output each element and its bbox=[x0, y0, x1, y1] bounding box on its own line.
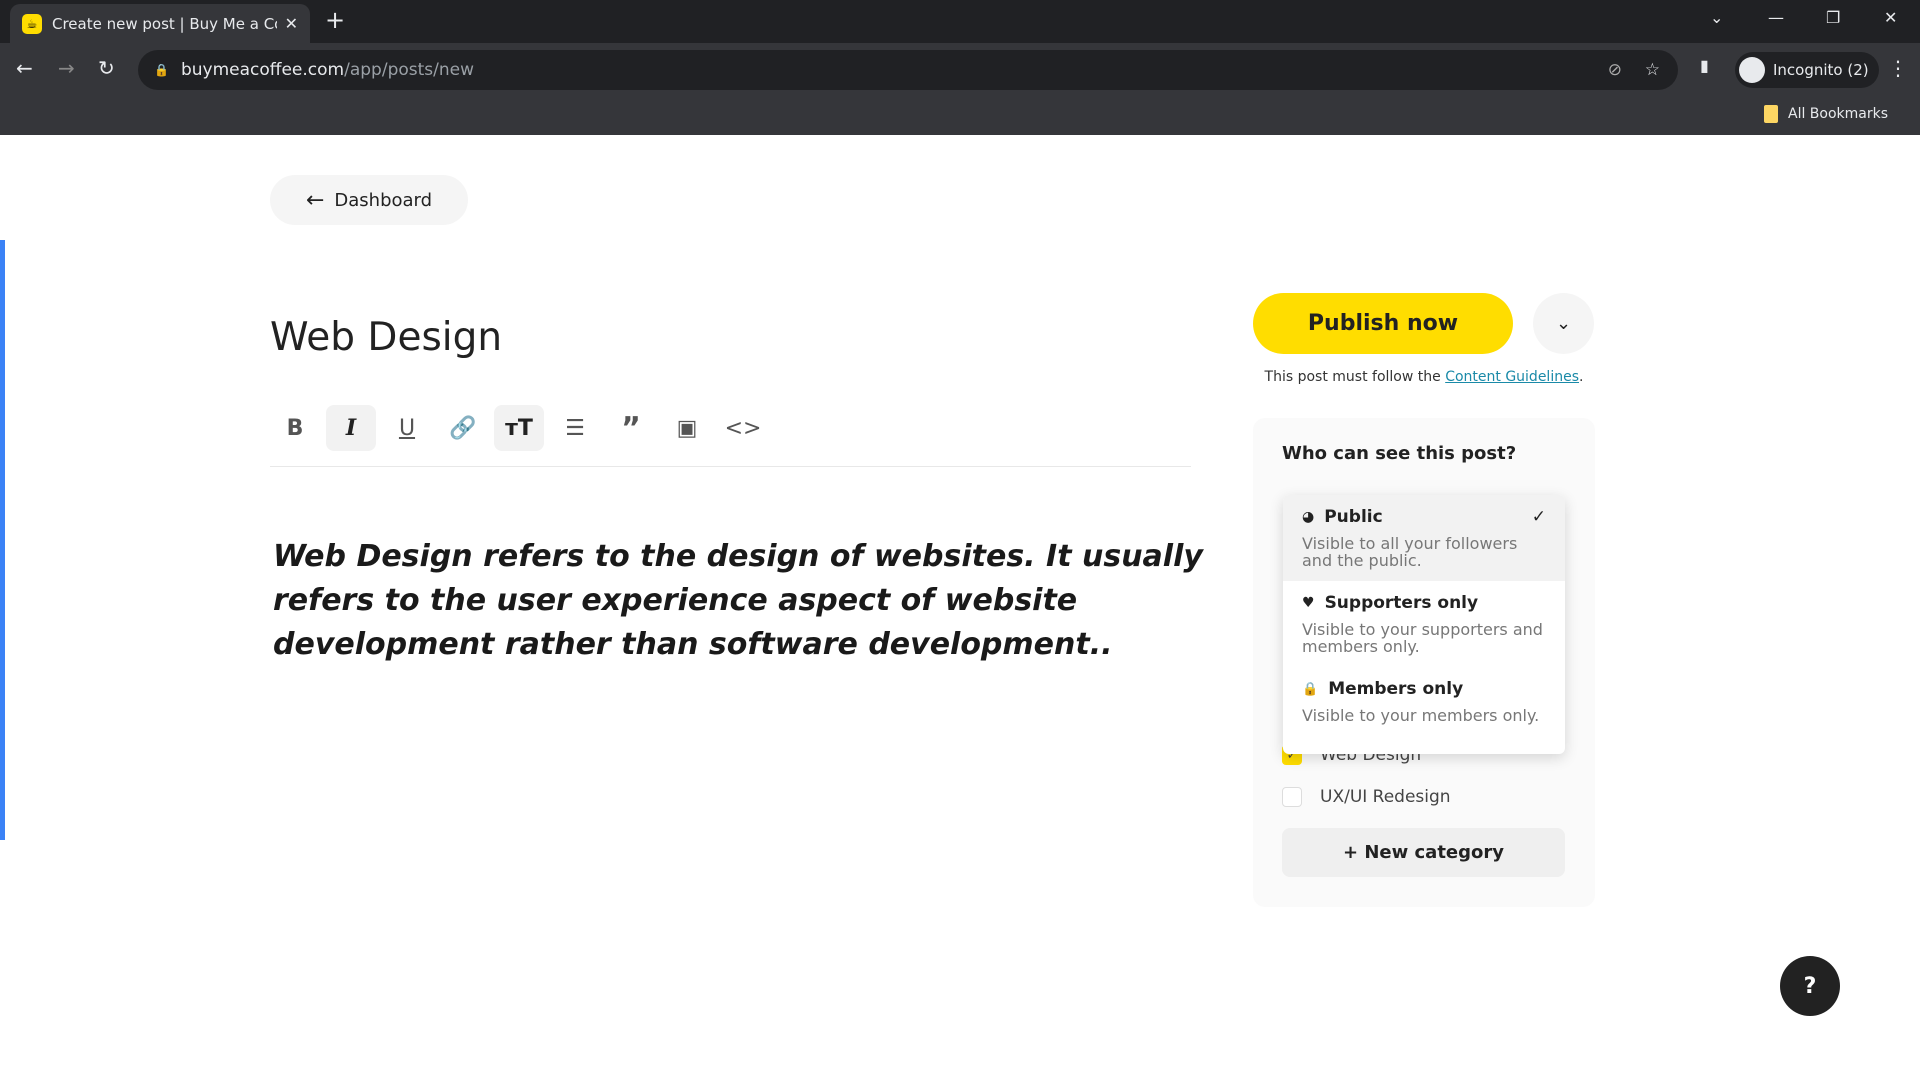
browser-toolbar: ← → ↻ 🔒 buymeacoffee.com/app/posts/new ⊘… bbox=[0, 43, 1920, 96]
underline-icon[interactable]: U bbox=[382, 405, 432, 451]
new-category-button[interactable]: + New category bbox=[1282, 828, 1565, 877]
menu-icon[interactable]: ⋮ bbox=[1888, 56, 1908, 80]
italic-icon[interactable]: I bbox=[326, 405, 376, 451]
coffee-favicon-icon: ☕ bbox=[22, 13, 42, 34]
list-icon[interactable]: ☰ bbox=[550, 405, 600, 451]
option-desc: Visible to your supporters and members o… bbox=[1302, 620, 1543, 656]
arrow-left-icon: ← bbox=[305, 187, 325, 213]
all-bookmarks-label: All Bookmarks bbox=[1788, 106, 1889, 122]
quote-icon[interactable]: ” bbox=[606, 405, 656, 451]
format-toolbar: B I U 🔗 тT ☰ ” ▣ <> bbox=[270, 405, 768, 451]
visibility-option-members[interactable]: 🔒 Members only Visible to your members on… bbox=[1283, 667, 1565, 753]
dashboard-label: Dashboard bbox=[334, 189, 433, 211]
visibility-option-supporters[interactable]: ♥ Supporters only Visible to your support… bbox=[1283, 581, 1565, 667]
guidelines-text: This post must follow the bbox=[1264, 369, 1446, 385]
reload-icon[interactable]: ↻ bbox=[98, 56, 115, 80]
eye-off-icon[interactable]: ⊘ bbox=[1608, 60, 1622, 80]
option-label: Supporters only bbox=[1324, 593, 1479, 613]
browser-tab[interactable]: ☕ Create new post | Buy Me a Coffee ✕ bbox=[10, 4, 310, 43]
option-desc: Visible to all your followers and the pu… bbox=[1302, 534, 1518, 570]
close-tab-icon[interactable]: ✕ bbox=[285, 14, 298, 33]
option-desc: Visible to your members only. bbox=[1302, 706, 1540, 725]
image-icon[interactable]: ▣ bbox=[662, 405, 712, 451]
all-bookmarks[interactable]: All Bookmarks bbox=[1764, 105, 1888, 123]
dashboard-back-button[interactable]: ← Dashboard bbox=[270, 175, 468, 225]
restore-icon[interactable]: ❐ bbox=[1826, 8, 1840, 27]
profile-label: Incognito (2) bbox=[1773, 61, 1869, 79]
guidelines-suffix: . bbox=[1579, 369, 1584, 385]
guidelines-note: This post must follow the Content Guidel… bbox=[1253, 369, 1595, 385]
new-tab-icon[interactable]: + bbox=[325, 6, 345, 34]
post-body-editor[interactable]: Web Design refers to the design of websi… bbox=[273, 535, 1203, 667]
page: ← Dashboard Web Design B I U 🔗 тT ☰ ” ▣ … bbox=[0, 135, 1920, 1080]
globe-icon: ◕ bbox=[1302, 509, 1315, 525]
link-icon[interactable]: 🔗 bbox=[438, 405, 488, 451]
checkbox-icon[interactable] bbox=[1282, 787, 1302, 807]
category-label: UX/UI Redesign bbox=[1320, 787, 1451, 807]
publish-options-button[interactable]: ⌄ bbox=[1533, 293, 1594, 354]
focus-indicator bbox=[0, 240, 5, 840]
tab-title: Create new post | Buy Me a Coffee bbox=[52, 14, 277, 33]
close-window-icon[interactable]: ✕ bbox=[1884, 8, 1897, 27]
content-guidelines-link[interactable]: Content Guidelines bbox=[1445, 369, 1579, 385]
browser-tab-bar: ☕ Create new post | Buy Me a Coffee ✕ + … bbox=[0, 0, 1920, 43]
heart-icon: ♥ bbox=[1302, 595, 1315, 611]
incognito-icon bbox=[1739, 57, 1765, 83]
option-label: Members only bbox=[1328, 679, 1464, 699]
visibility-option-public[interactable]: ◕ Public ✓ Visible to all your followers a… bbox=[1283, 495, 1565, 581]
code-icon[interactable]: <> bbox=[718, 405, 768, 451]
profile-button[interactable]: Incognito (2) bbox=[1735, 52, 1879, 88]
lock-icon: 🔒 bbox=[1302, 681, 1319, 697]
lock-icon: 🔒 bbox=[154, 63, 169, 77]
side-panel-icon[interactable]: ▮ bbox=[1700, 56, 1709, 75]
divider bbox=[270, 466, 1191, 467]
address-bar[interactable]: 🔒 buymeacoffee.com/app/posts/new ⊘ ☆ bbox=[138, 50, 1678, 90]
visibility-dropdown: ◕ Public ✓ Visible to all your followers a… bbox=[1283, 495, 1565, 754]
bold-icon[interactable]: B bbox=[270, 405, 320, 451]
star-icon[interactable]: ☆ bbox=[1645, 60, 1660, 80]
url-host: buymeacoffee.com bbox=[180, 60, 345, 80]
visibility-heading: Who can see this post? bbox=[1282, 443, 1517, 464]
minimize-icon[interactable]: — bbox=[1768, 8, 1784, 27]
help-button[interactable]: ? bbox=[1780, 956, 1840, 1016]
folder-icon bbox=[1764, 105, 1778, 123]
publish-now-button[interactable]: Publish now bbox=[1253, 293, 1513, 354]
category-ux-ui-redesign[interactable]: UX/UI Redesign bbox=[1282, 787, 1451, 807]
chevron-down-icon: ⌄ bbox=[1555, 313, 1572, 334]
tab-search-icon[interactable]: ⌄ bbox=[1710, 8, 1723, 27]
text-size-icon[interactable]: тT bbox=[494, 405, 544, 451]
back-icon[interactable]: ← bbox=[16, 56, 33, 80]
forward-icon[interactable]: → bbox=[58, 56, 75, 80]
post-title-input[interactable]: Web Design bbox=[270, 315, 502, 360]
bookmarks-bar: All Bookmarks bbox=[0, 96, 1920, 135]
option-label: Public bbox=[1324, 507, 1383, 527]
check-icon: ✓ bbox=[1531, 507, 1546, 527]
url-path: /app/posts/new bbox=[344, 60, 474, 80]
